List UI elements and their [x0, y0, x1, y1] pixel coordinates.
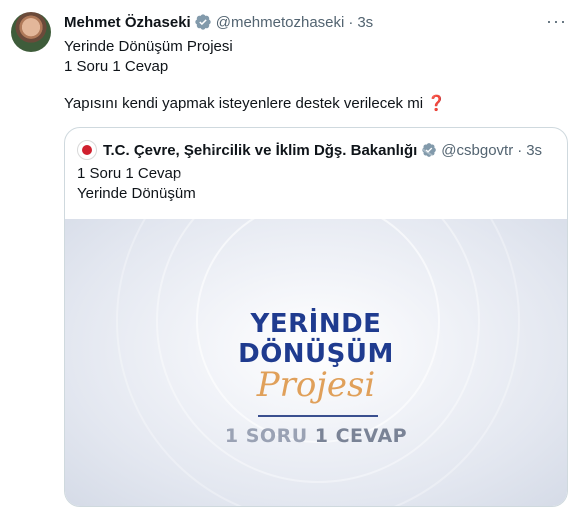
tweet-timestamp[interactable]: 3s — [357, 14, 373, 31]
quoted-author-handle: @csbgovtr — [441, 141, 514, 159]
quoted-timestamp: 3s — [526, 141, 543, 159]
tweet-question-text: Yapısını kendi yapmak isteyenlere destek… — [64, 95, 424, 112]
tweet-text-line-2: 1 Soru 1 Cevap — [64, 58, 169, 75]
more-options-icon[interactable]: ··· — [546, 12, 567, 30]
media-title-line-1: YERİNDE — [250, 309, 382, 339]
ministry-logo-icon — [77, 140, 97, 160]
media-subtitle-part-1: 1 SORU — [224, 425, 315, 447]
author-handle[interactable]: @mehmetozhaseki — [216, 14, 345, 31]
quoted-tweet[interactable]: T.C. Çevre, Şehircilik ve İklim Dğş. Bak… — [64, 127, 568, 507]
verified-badge-icon — [195, 14, 211, 30]
quoted-text-line-1: 1 Soru 1 Cevap — [77, 165, 182, 182]
quoted-media-image[interactable]: YERİNDE DÖNÜŞÜM Projesi 1 SORU 1 CEVAP — [65, 128, 567, 506]
media-script-text: Projesi — [256, 365, 376, 405]
media-subtitle: 1 SORU 1 CEVAP — [65, 425, 567, 447]
author-name[interactable]: Mehmet Özhaseki — [64, 14, 191, 31]
separator-dot: · — [517, 141, 523, 159]
tweet-question: Yapısını kendi yapmak isteyenlere destek… — [64, 94, 446, 114]
author-avatar[interactable] — [11, 12, 51, 52]
media-divider — [258, 415, 378, 417]
tweet-header: Mehmet Özhaseki @mehmetozhaseki · 3s — [64, 12, 373, 32]
separator-dot: · — [348, 13, 354, 31]
question-mark-emoji-icon: ❓ — [427, 95, 446, 112]
media-subtitle-part-2: 1 CEVAP — [314, 425, 408, 447]
tweet-text-line-1: Yerinde Dönüşüm Projesi — [64, 38, 233, 55]
